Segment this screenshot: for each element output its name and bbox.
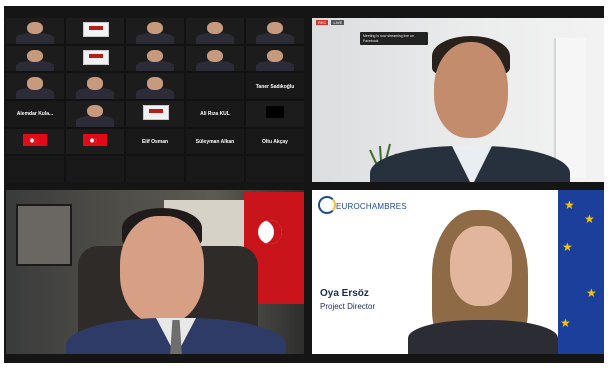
participant-face [26, 49, 44, 63]
turkish-flag-icon [23, 134, 47, 147]
eu-flag: ★ ★ ★ ★ ★ [558, 190, 604, 354]
participant-face [26, 77, 44, 90]
live-badge[interactable]: LIVE [331, 20, 345, 25]
star-icon: ★ [586, 286, 597, 300]
participant-tile[interactable] [66, 100, 124, 127]
star-icon: ★ [584, 212, 595, 226]
participant-tile[interactable] [126, 18, 184, 44]
participant-face [120, 216, 204, 324]
participant-display-name: Alemdar Kula... [16, 111, 54, 118]
participant-display-name: Taner Sadıkoğlu [255, 83, 295, 90]
participant-body [256, 32, 294, 44]
participant-tile[interactable] [186, 45, 244, 72]
background-door [554, 38, 586, 178]
organization-logo-icon [143, 105, 169, 120]
organization-logo-icon [83, 22, 109, 37]
participant-tile[interactable] [66, 156, 124, 182]
participant-tile[interactable] [6, 18, 64, 44]
star-icon: ★ [564, 198, 575, 212]
participant-tile[interactable] [66, 45, 124, 72]
participant-face [146, 77, 164, 90]
participant-tile[interactable] [66, 73, 124, 99]
participant-body [196, 60, 234, 72]
participant-body [136, 60, 174, 72]
participant-tile[interactable] [6, 156, 64, 182]
participant-tile[interactable] [246, 156, 304, 182]
participant-body [76, 88, 114, 99]
star-icon: ★ [562, 240, 573, 254]
participant-body [16, 88, 54, 99]
participant-tile[interactable] [186, 18, 244, 44]
participant-tile[interactable] [6, 73, 64, 99]
participant-tile[interactable] [6, 45, 64, 72]
participant-tile[interactable]: Süleyman Alkan [186, 128, 244, 155]
participant-tile[interactable] [246, 45, 304, 72]
speaker-name: Oya Ersöz [320, 288, 369, 299]
participant-tile[interactable] [126, 156, 184, 182]
organization-logo-icon [83, 49, 109, 65]
participant-body [76, 115, 114, 127]
video-off-placeholder [266, 105, 284, 119]
participant-display-name: Süleyman Alkan [195, 138, 235, 145]
eurochambres-logo-icon [318, 196, 336, 214]
gallery-view-panel[interactable]: Taner Sadıkoğlu Alemdar Kula... Ali Rıza K… [6, 18, 304, 182]
participant-tile[interactable] [66, 128, 124, 155]
participant-tile[interactable] [66, 18, 124, 44]
participant-video-bottom-left[interactable] [6, 190, 304, 354]
participant-tile[interactable] [186, 156, 244, 182]
participant-video-bottom-right[interactable]: EUROCHAMBRES ★ ★ ★ ★ ★ Oya Ersöz Project… [312, 190, 604, 354]
participant-tile[interactable] [246, 18, 304, 44]
live-stream-tooltip: Meeting is now streaming live on Faceboo… [360, 32, 428, 45]
participant-face [266, 49, 284, 63]
participant-display-name: Elif Osman [141, 138, 169, 145]
participant-top [408, 320, 558, 354]
recording-badge: REC [316, 20, 329, 25]
participant-tile[interactable]: Taner Sadıkoğlu [246, 73, 304, 99]
participant-face [450, 226, 512, 306]
recording-status-bar: REC LIVE [316, 20, 345, 25]
participant-face [86, 77, 104, 90]
wall-portrait [16, 204, 72, 266]
participant-face [206, 49, 224, 63]
participant-tile[interactable] [6, 128, 64, 155]
participant-face [146, 49, 164, 63]
participant-tile[interactable] [186, 73, 244, 99]
participant-tile[interactable] [246, 100, 304, 127]
brand-name: EUROCHAMBRES [336, 202, 407, 211]
participant-body [136, 88, 174, 99]
participant-tile[interactable] [126, 73, 184, 99]
participant-body [16, 32, 54, 44]
participant-tile[interactable]: Alemdar Kula... [6, 100, 64, 127]
turkish-flag-icon [83, 134, 107, 147]
participant-body [136, 32, 174, 44]
participant-tile[interactable]: Elif Osman [126, 128, 184, 155]
participant-display-name: Ali Rıza KUL [200, 111, 230, 118]
participant-body [16, 60, 54, 72]
participant-face [434, 42, 508, 138]
participant-body [256, 60, 294, 72]
participant-display-name: Oltu Akçay [262, 138, 288, 145]
participant-tile[interactable] [126, 45, 184, 72]
participant-tile[interactable]: Ali Rıza KUL [186, 100, 244, 127]
participant-tile[interactable]: Oltu Akçay [246, 128, 304, 155]
star-icon: ★ [560, 316, 571, 330]
participant-body [196, 32, 234, 44]
participant-tile[interactable] [126, 100, 184, 127]
participant-grid: Taner Sadıkoğlu Alemdar Kula... Ali Rıza K… [6, 18, 304, 182]
speaker-role: Project Director [320, 302, 376, 311]
participant-video-top-right[interactable]: REC LIVE Meeting is now streaming live o… [312, 18, 604, 182]
